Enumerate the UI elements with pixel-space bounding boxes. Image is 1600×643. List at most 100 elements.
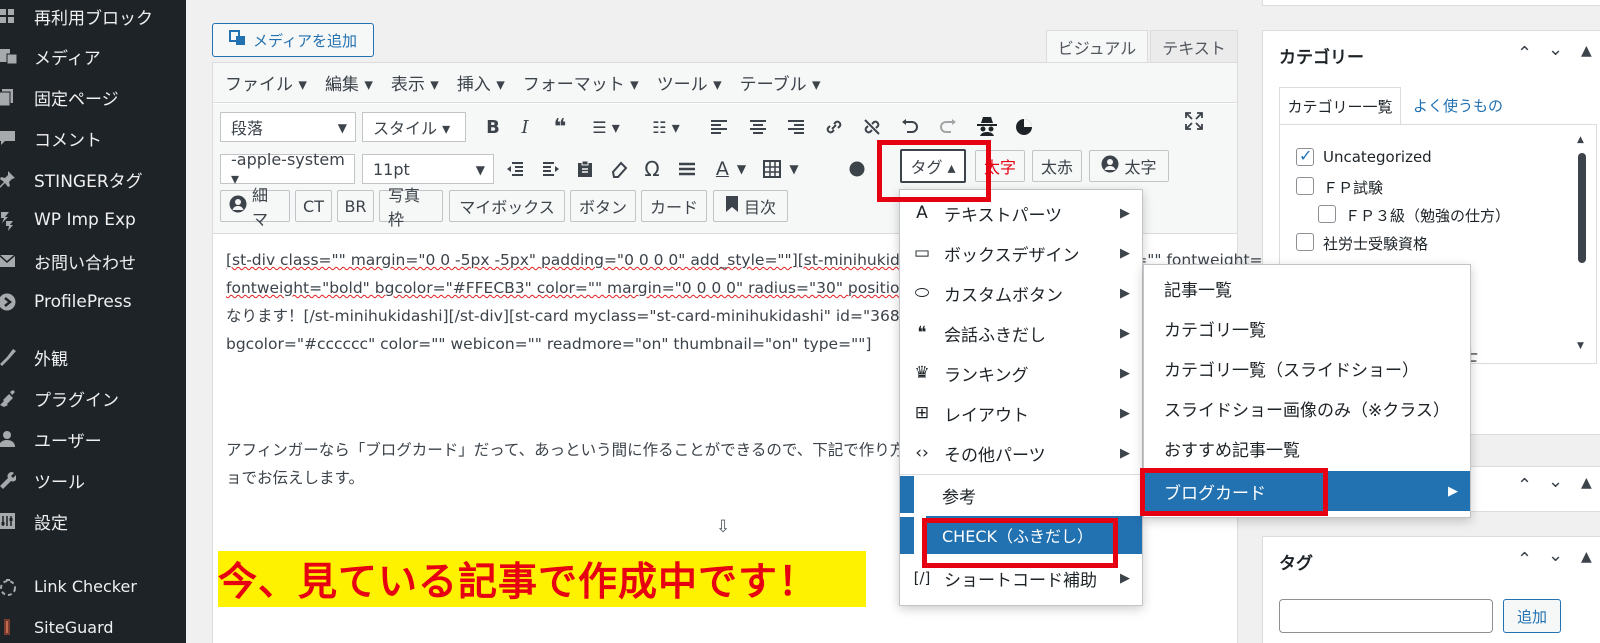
tab-all-categories[interactable]: カテゴリー一覧 (1279, 87, 1401, 125)
align-right-icon[interactable] (784, 112, 808, 142)
special-char-icon[interactable]: Ω (639, 154, 665, 184)
menu-file[interactable]: ファイル ▾ (225, 70, 307, 95)
menu-edit[interactable]: 編集 ▾ (325, 70, 373, 95)
bold-red-button[interactable]: 太赤 (1032, 150, 1082, 182)
sidebar-item-media[interactable]: メディア (0, 38, 186, 74)
menu-item-custom-button[interactable]: ⬭ カスタムボタン ▶ (900, 273, 1142, 313)
tab-text[interactable]: テキスト (1150, 30, 1238, 63)
tab-popular-categories[interactable]: よく使うもの (1413, 95, 1503, 116)
category-checkbox-fp-exam[interactable] (1296, 177, 1314, 195)
bold-red-text-button[interactable]: 太字 (975, 150, 1025, 182)
chevron-down-icon[interactable]: ⌄ (1548, 545, 1563, 566)
chevron-up-icon[interactable]: ⌃ (1517, 475, 1532, 496)
bold-icon[interactable]: B (481, 112, 505, 142)
my-box-button[interactable]: マイボックス (449, 190, 565, 222)
triangle-up-icon[interactable]: ▲ (1581, 475, 1592, 491)
paste-text-icon[interactable] (573, 154, 597, 184)
category-scrollbar[interactable]: ▲ ▼ (1575, 135, 1589, 355)
indent-icon[interactable] (539, 154, 563, 184)
clear-format-icon[interactable] (607, 154, 631, 184)
align-center-icon[interactable] (746, 112, 770, 142)
menu-item-box-design[interactable]: ▭ ボックスデザイン ▶ (900, 233, 1142, 273)
menu-table[interactable]: テーブル ▾ (740, 70, 821, 95)
photo-frame-button[interactable]: 写真枠 (379, 186, 443, 229)
bullet-list-icon[interactable]: ☰ ▾ (585, 112, 627, 142)
scrollbar-thumb[interactable] (1578, 153, 1586, 263)
sidebar-item-reusable-blocks[interactable]: 再利用ブロック (0, 0, 186, 34)
scroll-down-icon[interactable]: ▼ (1577, 341, 1584, 351)
undo-icon[interactable] (897, 112, 923, 142)
fullscreen-icon[interactable] (1181, 106, 1207, 136)
submenu-item-slideshow-images[interactable]: スライドショー画像のみ（※クラス） (1144, 388, 1470, 428)
font-size-select[interactable]: 11pt ▼ (362, 154, 494, 184)
br-button[interactable]: BR (337, 190, 374, 222)
outdent-icon[interactable] (503, 154, 527, 184)
sidebar-item-siteguard[interactable]: SiteGuard (0, 609, 186, 643)
ct-button[interactable]: CT (295, 190, 332, 222)
bold-user-button[interactable]: 太字 (1089, 150, 1169, 182)
chevron-up-icon[interactable]: ⌃ (1517, 549, 1532, 570)
menu-insert[interactable]: 挿入 ▾ (457, 70, 505, 95)
sidebar-item-pages[interactable]: 固定ページ (0, 79, 186, 115)
format-select[interactable]: 段落 ▼ (220, 112, 356, 142)
numbered-list-icon[interactable]: ☷ ▾ (645, 112, 687, 142)
triangle-up-icon[interactable]: ▲ (1581, 43, 1592, 59)
chevron-down-icon[interactable]: ⌄ (1548, 39, 1563, 60)
menu-item-reference[interactable]: 参考 (900, 475, 1142, 515)
sidebar-item-appearance[interactable]: 外観 (0, 339, 186, 375)
horizontal-rule-icon[interactable] (675, 154, 699, 184)
sidebar-item-profilepress[interactable]: ProfilePress (0, 284, 186, 320)
category-checkbox-sharoushi[interactable] (1296, 233, 1314, 251)
sidebar-item-plugins[interactable]: プラグイン (0, 380, 186, 416)
submenu-item-post-list[interactable]: 記事一覧 (1144, 268, 1470, 308)
submenu-item-category-list[interactable]: カテゴリ一覧 (1144, 308, 1470, 348)
thin-marker-button[interactable]: 細マ (220, 186, 290, 229)
submenu-item-category-slideshow[interactable]: カテゴリ一覧（スライドショー） (1144, 348, 1470, 388)
link-icon[interactable] (821, 112, 847, 142)
detective-icon[interactable] (973, 111, 1001, 141)
style-select[interactable]: スタイル ▾ (362, 112, 466, 142)
menu-item-ranking[interactable]: ♛ ランキング ▶ (900, 353, 1142, 393)
sidebar-item-link-checker[interactable]: Link Checker (0, 568, 186, 604)
menu-item-text-parts[interactable]: A テキストパーツ ▶ (900, 193, 1142, 233)
menu-item-check-bubble[interactable]: CHECK（ふきだし） (926, 516, 1142, 554)
blockquote-icon[interactable]: ❝ (547, 112, 573, 142)
sidebar-item-wp-imp-exp[interactable]: WP Imp Exp (0, 202, 186, 238)
align-left-icon[interactable] (707, 112, 731, 142)
help-icon[interactable] (847, 154, 867, 184)
card-button[interactable]: カード (641, 190, 707, 222)
sidebar-item-stinger-tag[interactable]: STINGERタグ (0, 161, 186, 197)
category-checkbox-uncategorized[interactable] (1296, 146, 1314, 166)
category-checkbox-fp3[interactable] (1318, 205, 1336, 223)
italic-icon[interactable]: I (513, 112, 537, 142)
chevron-up-icon[interactable]: ⌃ (1517, 43, 1532, 64)
font-family-select[interactable]: -apple-system ▾ (220, 150, 355, 188)
chevron-down-icon[interactable]: ⌄ (1548, 471, 1563, 492)
tag-input[interactable] (1279, 599, 1493, 633)
triangle-up-icon[interactable]: ▲ (1581, 549, 1592, 565)
pie-chart-icon[interactable] (1011, 112, 1037, 142)
menu-item-shortcode-helper[interactable]: [/] ショートコード補助 ▶ (900, 558, 1142, 598)
menu-format[interactable]: フォーマット ▾ (523, 70, 639, 95)
tag-button[interactable]: タグ ▴ (900, 149, 966, 183)
toc-button[interactable]: 目次 (713, 190, 788, 222)
menu-tools[interactable]: ツール ▾ (657, 70, 722, 95)
sidebar-item-contact[interactable]: お問い合わせ (0, 243, 186, 279)
tag-add-button[interactable]: 追加 (1503, 599, 1561, 633)
menu-item-layout[interactable]: ⊞ レイアウト ▶ (900, 393, 1142, 433)
button-button[interactable]: ボタン (570, 190, 636, 222)
submenu-item-blog-card[interactable]: ブログカード ▶ (1144, 471, 1470, 511)
menu-item-other-parts[interactable]: ‹› その他パーツ ▶ (900, 433, 1142, 473)
sidebar-item-comments[interactable]: コメント (0, 120, 186, 156)
submenu-item-recommended[interactable]: おすすめ記事一覧 (1144, 428, 1470, 468)
sidebar-item-users[interactable]: ユーザー (0, 421, 186, 457)
redo-icon[interactable] (935, 112, 961, 142)
tab-visual[interactable]: ビジュアル (1046, 30, 1148, 63)
menu-item-speech-bubble[interactable]: ❝ 会話ふきだし ▶ (900, 313, 1142, 353)
table-icon[interactable]: ▼ (759, 154, 803, 184)
menu-view[interactable]: 表示 ▾ (391, 70, 439, 95)
text-color-icon[interactable]: A ▼ (709, 154, 753, 184)
unlink-icon[interactable] (859, 112, 885, 142)
add-media-button[interactable]: メディアを追加 (212, 23, 374, 57)
scroll-up-icon[interactable]: ▲ (1577, 135, 1584, 145)
